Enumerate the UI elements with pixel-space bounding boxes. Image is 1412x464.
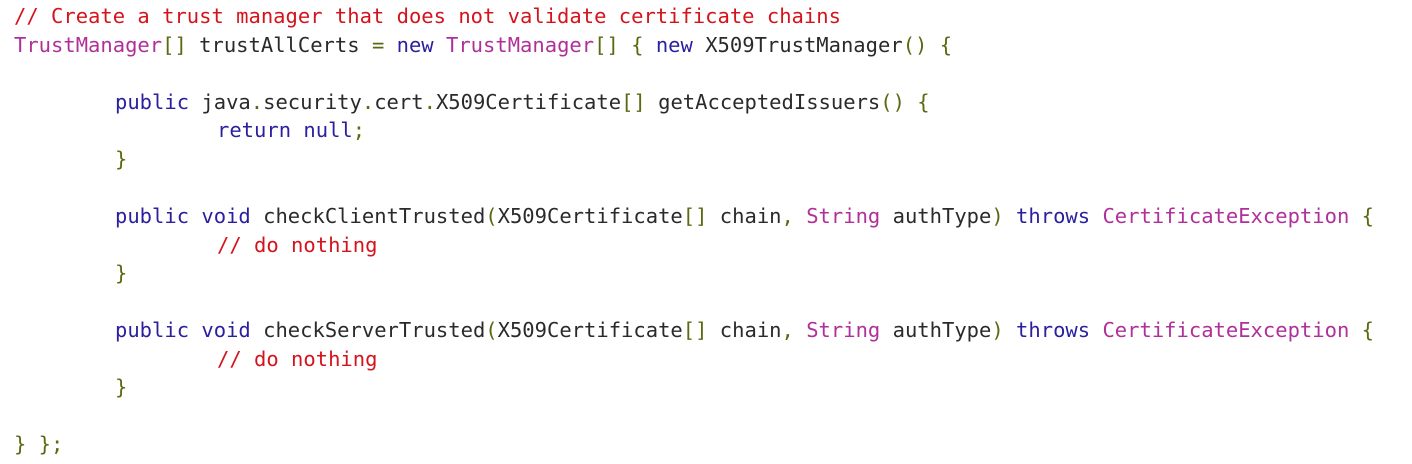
- code-punctuation: .: [361, 90, 375, 114]
- code-line: TrustManager[] trustAllCerts = new Trust…: [14, 31, 952, 59]
- code-punctuation: {: [1349, 204, 1374, 228]
- code-text: checkClientTrusted: [250, 204, 486, 228]
- code-text: cert: [374, 90, 424, 114]
- code-punctuation: }: [115, 375, 128, 399]
- code-punctuation: {: [1349, 318, 1374, 342]
- code-comment: // do nothing: [217, 233, 378, 257]
- code-punctuation: (: [485, 318, 498, 342]
- code-type-token: String: [806, 318, 881, 342]
- code-punctuation: []: [621, 90, 646, 114]
- code-punctuation: []: [682, 204, 708, 228]
- code-punctuation: ;: [352, 118, 366, 142]
- code-comment: // do nothing: [217, 347, 378, 371]
- code-comment: // Create a trust manager that does not …: [14, 4, 841, 28]
- code-keyword: void: [201, 318, 251, 342]
- code-keyword: throws: [1016, 318, 1091, 342]
- code-line: }: [115, 259, 127, 287]
- code-line: public void checkClientTrusted(X509Certi…: [115, 202, 1374, 230]
- code-punctuation: []: [682, 318, 708, 342]
- code-text: X509Certificate: [435, 90, 622, 114]
- code-punctuation: () {: [880, 90, 930, 114]
- code-text: trustAllCerts: [186, 33, 372, 57]
- code-punctuation: ): [991, 204, 1004, 228]
- code-type-token: CertificateException: [1102, 318, 1350, 342]
- code-type-token: String: [806, 204, 881, 228]
- code-line: public void checkServerTrusted(X509Certi…: [115, 316, 1374, 344]
- code-keyword: new: [396, 33, 434, 57]
- code-punctuation: .: [423, 90, 436, 114]
- code-punctuation: []: [162, 33, 187, 57]
- code-line: } };: [14, 430, 63, 458]
- code-punctuation: =: [371, 33, 385, 57]
- code-text: getAcceptedIssuers: [645, 90, 881, 114]
- code-editor: // Create a trust manager that does not …: [0, 0, 1412, 464]
- code-text: java: [189, 90, 251, 114]
- code-line: }: [115, 145, 127, 173]
- code-punctuation: () {: [902, 33, 953, 57]
- code-punctuation: ,: [781, 318, 794, 342]
- code-keyword: new: [655, 33, 693, 57]
- code-type-token: TrustManager: [446, 33, 595, 57]
- code-text: chain: [707, 204, 782, 228]
- code-keyword: public: [115, 318, 190, 342]
- code-punctuation: ,: [781, 204, 794, 228]
- code-punctuation: }: [115, 147, 128, 171]
- code-keyword: void: [201, 204, 251, 228]
- code-punctuation: [] {: [594, 33, 644, 57]
- code-keyword: throws: [1016, 204, 1091, 228]
- code-line: }: [115, 373, 127, 401]
- code-keyword: return: [217, 118, 292, 142]
- code-punctuation: } };: [14, 432, 64, 456]
- code-keyword: null: [303, 118, 353, 142]
- code-text: authType: [880, 204, 992, 228]
- code-text: chain: [707, 318, 782, 342]
- code-text: checkServerTrusted: [250, 318, 486, 342]
- code-text: authType: [880, 318, 992, 342]
- code-text: X509TrustManager: [692, 33, 903, 57]
- code-type-token: CertificateException: [1102, 204, 1350, 228]
- code-line: return null;: [217, 116, 365, 144]
- code-punctuation: .: [250, 90, 264, 114]
- code-punctuation: ): [991, 318, 1004, 342]
- code-line: // do nothing: [217, 345, 377, 373]
- code-line: // do nothing: [217, 231, 377, 259]
- code-type-token: TrustManager: [14, 33, 163, 57]
- code-line: // Create a trust manager that does not …: [14, 2, 841, 30]
- code-line: public java.security.cert.X509Certificat…: [115, 88, 930, 116]
- code-text: X509Certificate: [497, 318, 683, 342]
- code-keyword: public: [115, 90, 190, 114]
- code-text: X509Certificate: [497, 204, 683, 228]
- code-punctuation: (: [485, 204, 498, 228]
- code-keyword: public: [115, 204, 190, 228]
- code-punctuation: }: [115, 261, 128, 285]
- code-text: security: [263, 90, 362, 114]
